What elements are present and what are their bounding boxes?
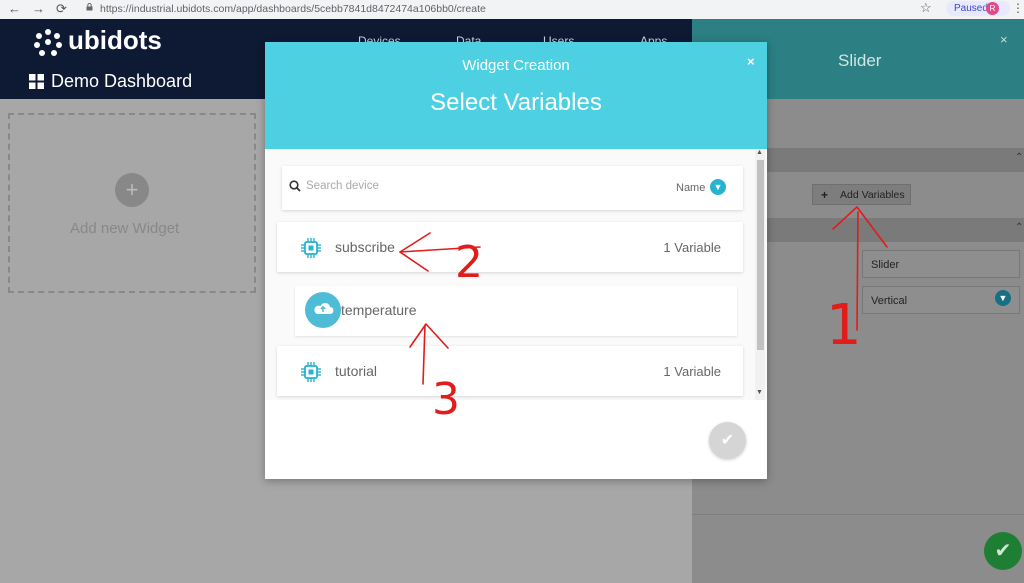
panel-title: Slider xyxy=(838,51,882,70)
device-name: tutorial xyxy=(335,363,378,379)
device-name: subscribe xyxy=(335,239,395,255)
search-input[interactable] xyxy=(304,179,608,193)
scrollbar-thumb[interactable] xyxy=(757,160,764,350)
modal-close-icon[interactable]: × xyxy=(747,54,755,69)
ubidots-logo-icon xyxy=(34,29,62,56)
dashboard-title[interactable]: Demo Dashboard xyxy=(51,71,192,92)
avatar[interactable]: R xyxy=(986,2,999,15)
variable-count: 1 Variable xyxy=(663,364,721,379)
dashboard-grid-icon xyxy=(29,74,44,89)
widget-name-field[interactable]: Slider xyxy=(862,250,1020,278)
chip-icon xyxy=(301,362,321,382)
select-variables-modal: Widget Creation Select Variables × ▲ ▼ N… xyxy=(265,42,767,479)
back-icon[interactable]: ← xyxy=(8,1,21,17)
scroll-up-icon[interactable]: ▲ xyxy=(756,149,763,156)
device-name: temperature xyxy=(341,302,417,318)
add-variables-label: Add Variables xyxy=(840,189,905,201)
device-item-temperature[interactable]: temperature xyxy=(295,286,737,336)
logo-text: ubidots xyxy=(68,25,162,55)
modal-title: Select Variables xyxy=(430,89,602,116)
device-item-subscribe[interactable]: subscribe 1 Variable xyxy=(277,222,743,272)
chevron-down-icon[interactable]: ▼ xyxy=(995,290,1011,306)
search-icon xyxy=(289,180,301,192)
chip-icon xyxy=(301,238,321,258)
add-widget-plus-icon[interactable]: + xyxy=(115,173,149,207)
confirm-selection-button[interactable]: ✔ xyxy=(709,422,746,459)
browser-toolbar: ← → ⟳ https://industrial.ubidots.com/app… xyxy=(0,0,1024,20)
panel-close-icon[interactable]: × xyxy=(1000,32,1008,47)
lock-icon xyxy=(86,3,93,11)
modal-subtitle: Widget Creation xyxy=(462,57,570,74)
sort-label[interactable]: Name xyxy=(676,182,705,194)
forward-icon[interactable]: → xyxy=(32,1,45,17)
bookmark-star-icon[interactable]: ☆ xyxy=(920,0,932,16)
panel-divider xyxy=(692,514,1024,515)
profile-status-badge[interactable]: Paused xyxy=(946,1,1010,16)
reload-icon[interactable]: ⟳ xyxy=(56,1,67,17)
sort-chevron-down-icon[interactable]: ▼ xyxy=(710,179,726,195)
more-menu-icon[interactable]: ⋮ xyxy=(1012,1,1024,15)
device-search-bar: Name ▼ xyxy=(282,166,743,210)
plus-icon: + xyxy=(821,188,829,202)
add-widget-label[interactable]: Add new Widget xyxy=(70,220,179,237)
device-item-tutorial[interactable]: tutorial 1 Variable xyxy=(277,346,743,396)
variable-count: 1 Variable xyxy=(663,240,721,255)
panel-save-button[interactable]: ✔ xyxy=(984,532,1022,570)
chevron-up-icon[interactable]: ⌃ xyxy=(1015,152,1023,163)
modal-header: Widget Creation Select Variables × xyxy=(265,42,767,149)
add-variables-button[interactable]: + Add Variables xyxy=(812,184,911,205)
chevron-up-icon[interactable]: ⌃ xyxy=(1015,222,1023,233)
scroll-down-icon[interactable]: ▼ xyxy=(756,389,763,396)
cloud-upload-icon xyxy=(305,292,341,328)
address-bar[interactable]: https://industrial.ubidots.com/app/dashb… xyxy=(100,3,486,15)
